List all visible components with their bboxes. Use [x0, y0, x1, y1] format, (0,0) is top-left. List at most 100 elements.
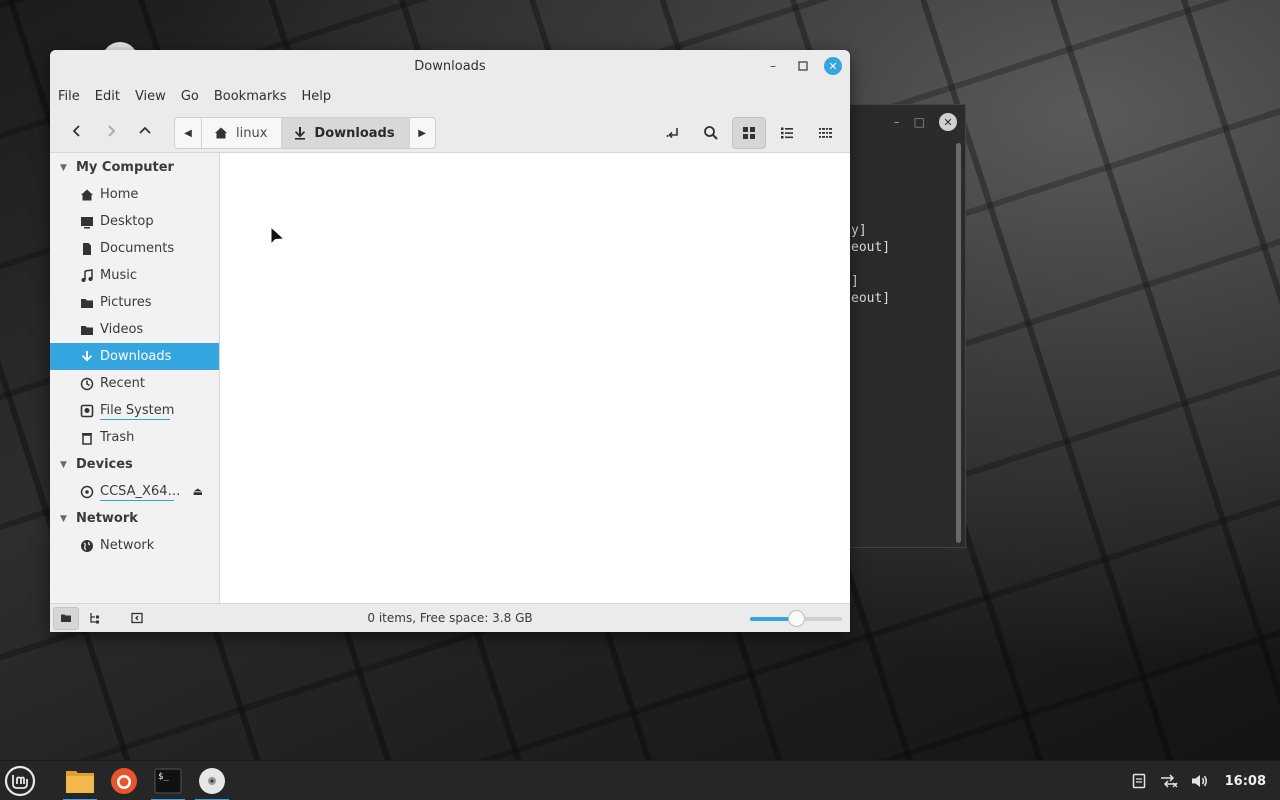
menu-help[interactable]: Help	[301, 89, 331, 104]
sidebar-item-device[interactable]: CCSA_X64… ⏏	[50, 478, 219, 505]
sidebar-section-title: My Computer	[76, 160, 174, 175]
icon-view-button[interactable]	[732, 117, 766, 149]
sidebar: ▼ My Computer Home Desktop Documents Mus…	[50, 153, 220, 603]
sidebar-item-label: Downloads	[100, 349, 172, 364]
sidebar-item-music[interactable]: Music	[50, 262, 219, 289]
chevron-up-icon	[139, 126, 151, 134]
menu-view[interactable]: View	[135, 89, 166, 104]
mouse-cursor-icon	[270, 226, 286, 246]
taskbar-terminal-button[interactable]: $_	[148, 761, 188, 800]
sidebar-item-network[interactable]: Network	[50, 532, 219, 559]
sidebar-item-home[interactable]: Home	[50, 181, 219, 208]
menu-bookmarks[interactable]: Bookmarks	[214, 89, 287, 104]
folder-icon	[81, 325, 93, 335]
path-scroll-left-button[interactable]: ◀	[175, 118, 201, 148]
sidebar-item-desktop[interactable]: Desktop	[50, 208, 219, 235]
volume-icon[interactable]	[1191, 773, 1209, 789]
desktop: – □ ✕ y] eout] ] eout] Downloads – ✕ Fil…	[0, 0, 1280, 760]
menu-go[interactable]: Go	[181, 89, 199, 104]
sidebar-item-label: Network	[100, 538, 155, 553]
globe-icon	[81, 539, 93, 552]
file-view[interactable]	[220, 153, 850, 603]
toggle-sidebar-button[interactable]	[124, 607, 150, 630]
zoom-slider[interactable]	[750, 610, 842, 627]
taskbar-firefox-button[interactable]	[104, 761, 144, 800]
taskbar-files-button[interactable]	[60, 761, 100, 800]
menu-edit[interactable]: Edit	[95, 89, 120, 104]
close-icon[interactable]: ✕	[939, 113, 957, 131]
firefox-icon	[111, 767, 137, 794]
compact-list-icon	[819, 128, 832, 138]
sidebar-item-pictures[interactable]: Pictures	[50, 289, 219, 316]
terminal-line: eout]	[851, 291, 891, 306]
show-places-button[interactable]	[53, 606, 79, 630]
sidebar-section-network[interactable]: ▼ Network	[50, 505, 219, 532]
sidebar-section-title: Devices	[76, 457, 133, 472]
compact-view-button[interactable]	[808, 117, 842, 149]
back-button[interactable]	[60, 116, 94, 146]
sidebar-section-title: Network	[76, 511, 138, 526]
search-icon	[704, 126, 718, 140]
download-icon	[295, 127, 306, 140]
chevron-left-icon	[72, 125, 80, 137]
terminal-titlebar[interactable]: – □ ✕	[849, 105, 965, 139]
sidebar-section-devices[interactable]: ▼ Devices	[50, 451, 219, 478]
chevron-right-icon	[108, 125, 116, 137]
breadcrumb-label: Downloads	[314, 125, 395, 141]
path-scroll-right-button[interactable]: ▶	[408, 118, 435, 148]
zoom-slider-handle[interactable]	[788, 610, 805, 627]
maximize-button[interactable]	[794, 57, 812, 75]
minimize-button[interactable]: –	[764, 57, 782, 75]
sidebar-item-documents[interactable]: Documents	[50, 235, 219, 262]
show-treeview-button[interactable]	[82, 607, 108, 630]
up-button[interactable]	[128, 116, 162, 146]
toolbar: ◀ linux Downloads ▶	[50, 110, 850, 153]
sidebar-item-label: CCSA_X64…	[100, 484, 181, 499]
maximize-icon[interactable]: □	[914, 115, 925, 129]
network-disconnected-icon[interactable]	[1159, 773, 1179, 789]
sidebar-item-trash[interactable]: Trash	[50, 424, 219, 451]
menu-file[interactable]: File	[58, 89, 80, 104]
list-icon	[781, 127, 793, 139]
terminal-scrollbar[interactable]	[956, 143, 961, 543]
folder-icon	[61, 614, 71, 622]
triangle-down-icon: ▼	[60, 513, 67, 524]
taskbar: $_ 16:08	[0, 760, 1280, 800]
sidebar-item-downloads[interactable]: Downloads	[50, 343, 219, 370]
file-manager-icon	[66, 770, 94, 793]
status-text: 0 items, Free space: 3.8 GB	[367, 611, 533, 625]
taskbar-disc-button[interactable]	[192, 761, 232, 800]
sidebar-item-file-system[interactable]: File System	[50, 397, 219, 424]
breadcrumb-downloads[interactable]: Downloads	[281, 118, 409, 148]
desktop-icon	[81, 216, 93, 228]
document-icon	[83, 242, 91, 255]
list-view-button[interactable]	[770, 117, 804, 149]
home-icon	[215, 127, 227, 139]
sidebar-item-label: Recent	[100, 376, 145, 391]
sidebar-item-label: Home	[100, 187, 139, 202]
forward-button[interactable]	[94, 116, 128, 146]
notes-icon[interactable]	[1131, 773, 1147, 789]
minimize-icon[interactable]: –	[894, 115, 900, 129]
open-terminal-button[interactable]	[656, 117, 690, 149]
clock[interactable]: 16:08	[1225, 774, 1266, 789]
mint-menu-icon	[4, 765, 36, 796]
search-button[interactable]	[694, 117, 728, 149]
sidebar-item-recent[interactable]: Recent	[50, 370, 219, 397]
mint-menu-button[interactable]	[0, 761, 40, 800]
sidebar-section-my-computer[interactable]: ▼ My Computer	[50, 154, 219, 181]
triangle-down-icon: ▼	[60, 162, 67, 173]
sidebar-item-label: Music	[100, 268, 137, 283]
window-titlebar[interactable]: Downloads – ✕	[50, 50, 850, 83]
breadcrumb-home[interactable]: linux	[201, 118, 281, 148]
eject-icon[interactable]: ⏏	[193, 485, 203, 498]
sidebar-item-videos[interactable]: Videos	[50, 316, 219, 343]
drive-icon	[80, 404, 94, 417]
terminal-window[interactable]: – □ ✕ y] eout] ] eout]	[848, 104, 966, 548]
close-button[interactable]: ✕	[824, 57, 842, 75]
sidebar-toggle-icon	[131, 612, 143, 624]
usage-bar	[100, 500, 174, 501]
disc-icon	[199, 767, 225, 794]
sidebar-item-label: Documents	[100, 241, 175, 256]
tree-icon	[90, 613, 99, 624]
